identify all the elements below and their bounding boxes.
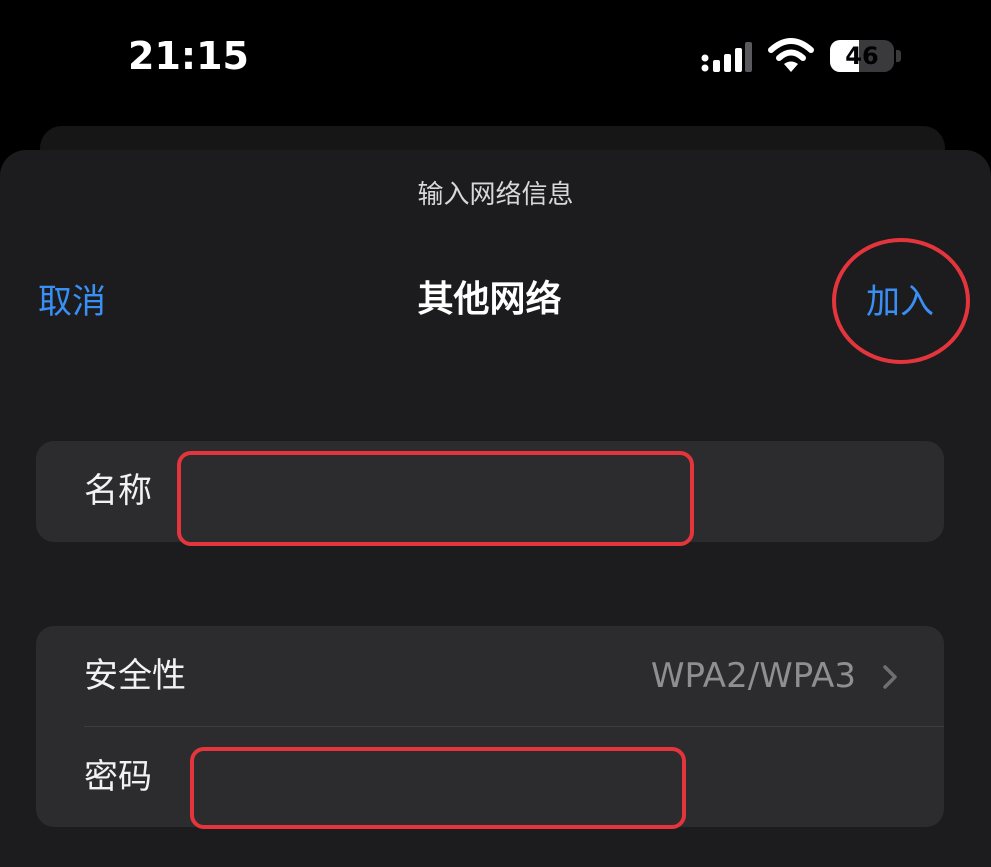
wifi-icon (768, 38, 814, 72)
password-field-highlight-box (190, 747, 686, 829)
chevron-right-icon (883, 665, 897, 689)
sheet-prompt: 输入网络信息 (417, 180, 574, 210)
join-highlight-circle (832, 238, 970, 364)
battery-level: 46 (845, 42, 879, 70)
screen: 21:15 46 输入网络信息 取消 其他网络 加入 名称 安全性 WPA2/W… (0, 0, 991, 867)
status-time: 21:15 (128, 34, 249, 78)
signal-icon (701, 42, 752, 72)
name-field-highlight-box (177, 451, 694, 546)
security-value: WPA2/WPA3 (650, 656, 856, 696)
password-label: 密码 (84, 757, 152, 797)
security-label: 安全性 (84, 656, 186, 696)
network-name-label: 名称 (84, 471, 152, 511)
security-row[interactable]: 安全性 WPA2/WPA3 (36, 626, 944, 726)
battery-icon: 46 (830, 40, 904, 74)
